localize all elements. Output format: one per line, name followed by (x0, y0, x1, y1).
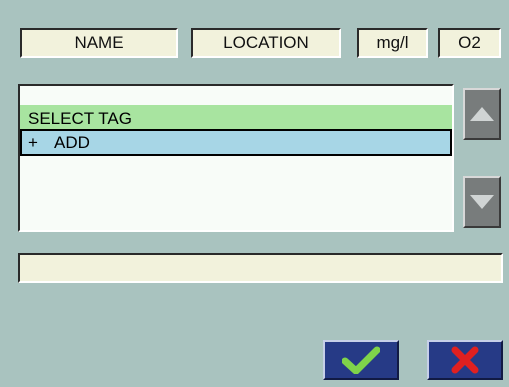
cancel-button[interactable] (427, 340, 503, 380)
name-header-label: NAME (74, 33, 124, 52)
location-header-label: LOCATION (223, 33, 309, 52)
list-item-select-tag[interactable]: SELECT TAG (20, 105, 452, 132)
triangle-up-icon (470, 107, 494, 121)
checkmark-icon (342, 346, 380, 374)
status-field (18, 253, 503, 283)
name-header: NAME (20, 28, 178, 58)
tag-list[interactable]: SELECT TAG + ADD (18, 84, 454, 232)
triangle-down-icon (470, 195, 494, 209)
confirm-button[interactable] (323, 340, 399, 380)
unit-header-label: mg/l (376, 33, 409, 52)
add-label: ADD (54, 132, 90, 152)
plus-icon: + (28, 132, 38, 152)
location-header: LOCATION (191, 28, 341, 58)
scroll-up-button[interactable] (463, 88, 501, 140)
scroll-down-button[interactable] (463, 176, 501, 228)
select-tag-label: SELECT TAG (28, 108, 132, 128)
parameter-header: O2 (438, 28, 501, 58)
list-item-add[interactable]: + ADD (20, 129, 452, 156)
parameter-header-label: O2 (458, 33, 481, 52)
unit-header: mg/l (357, 28, 428, 58)
x-cross-icon (451, 346, 479, 374)
